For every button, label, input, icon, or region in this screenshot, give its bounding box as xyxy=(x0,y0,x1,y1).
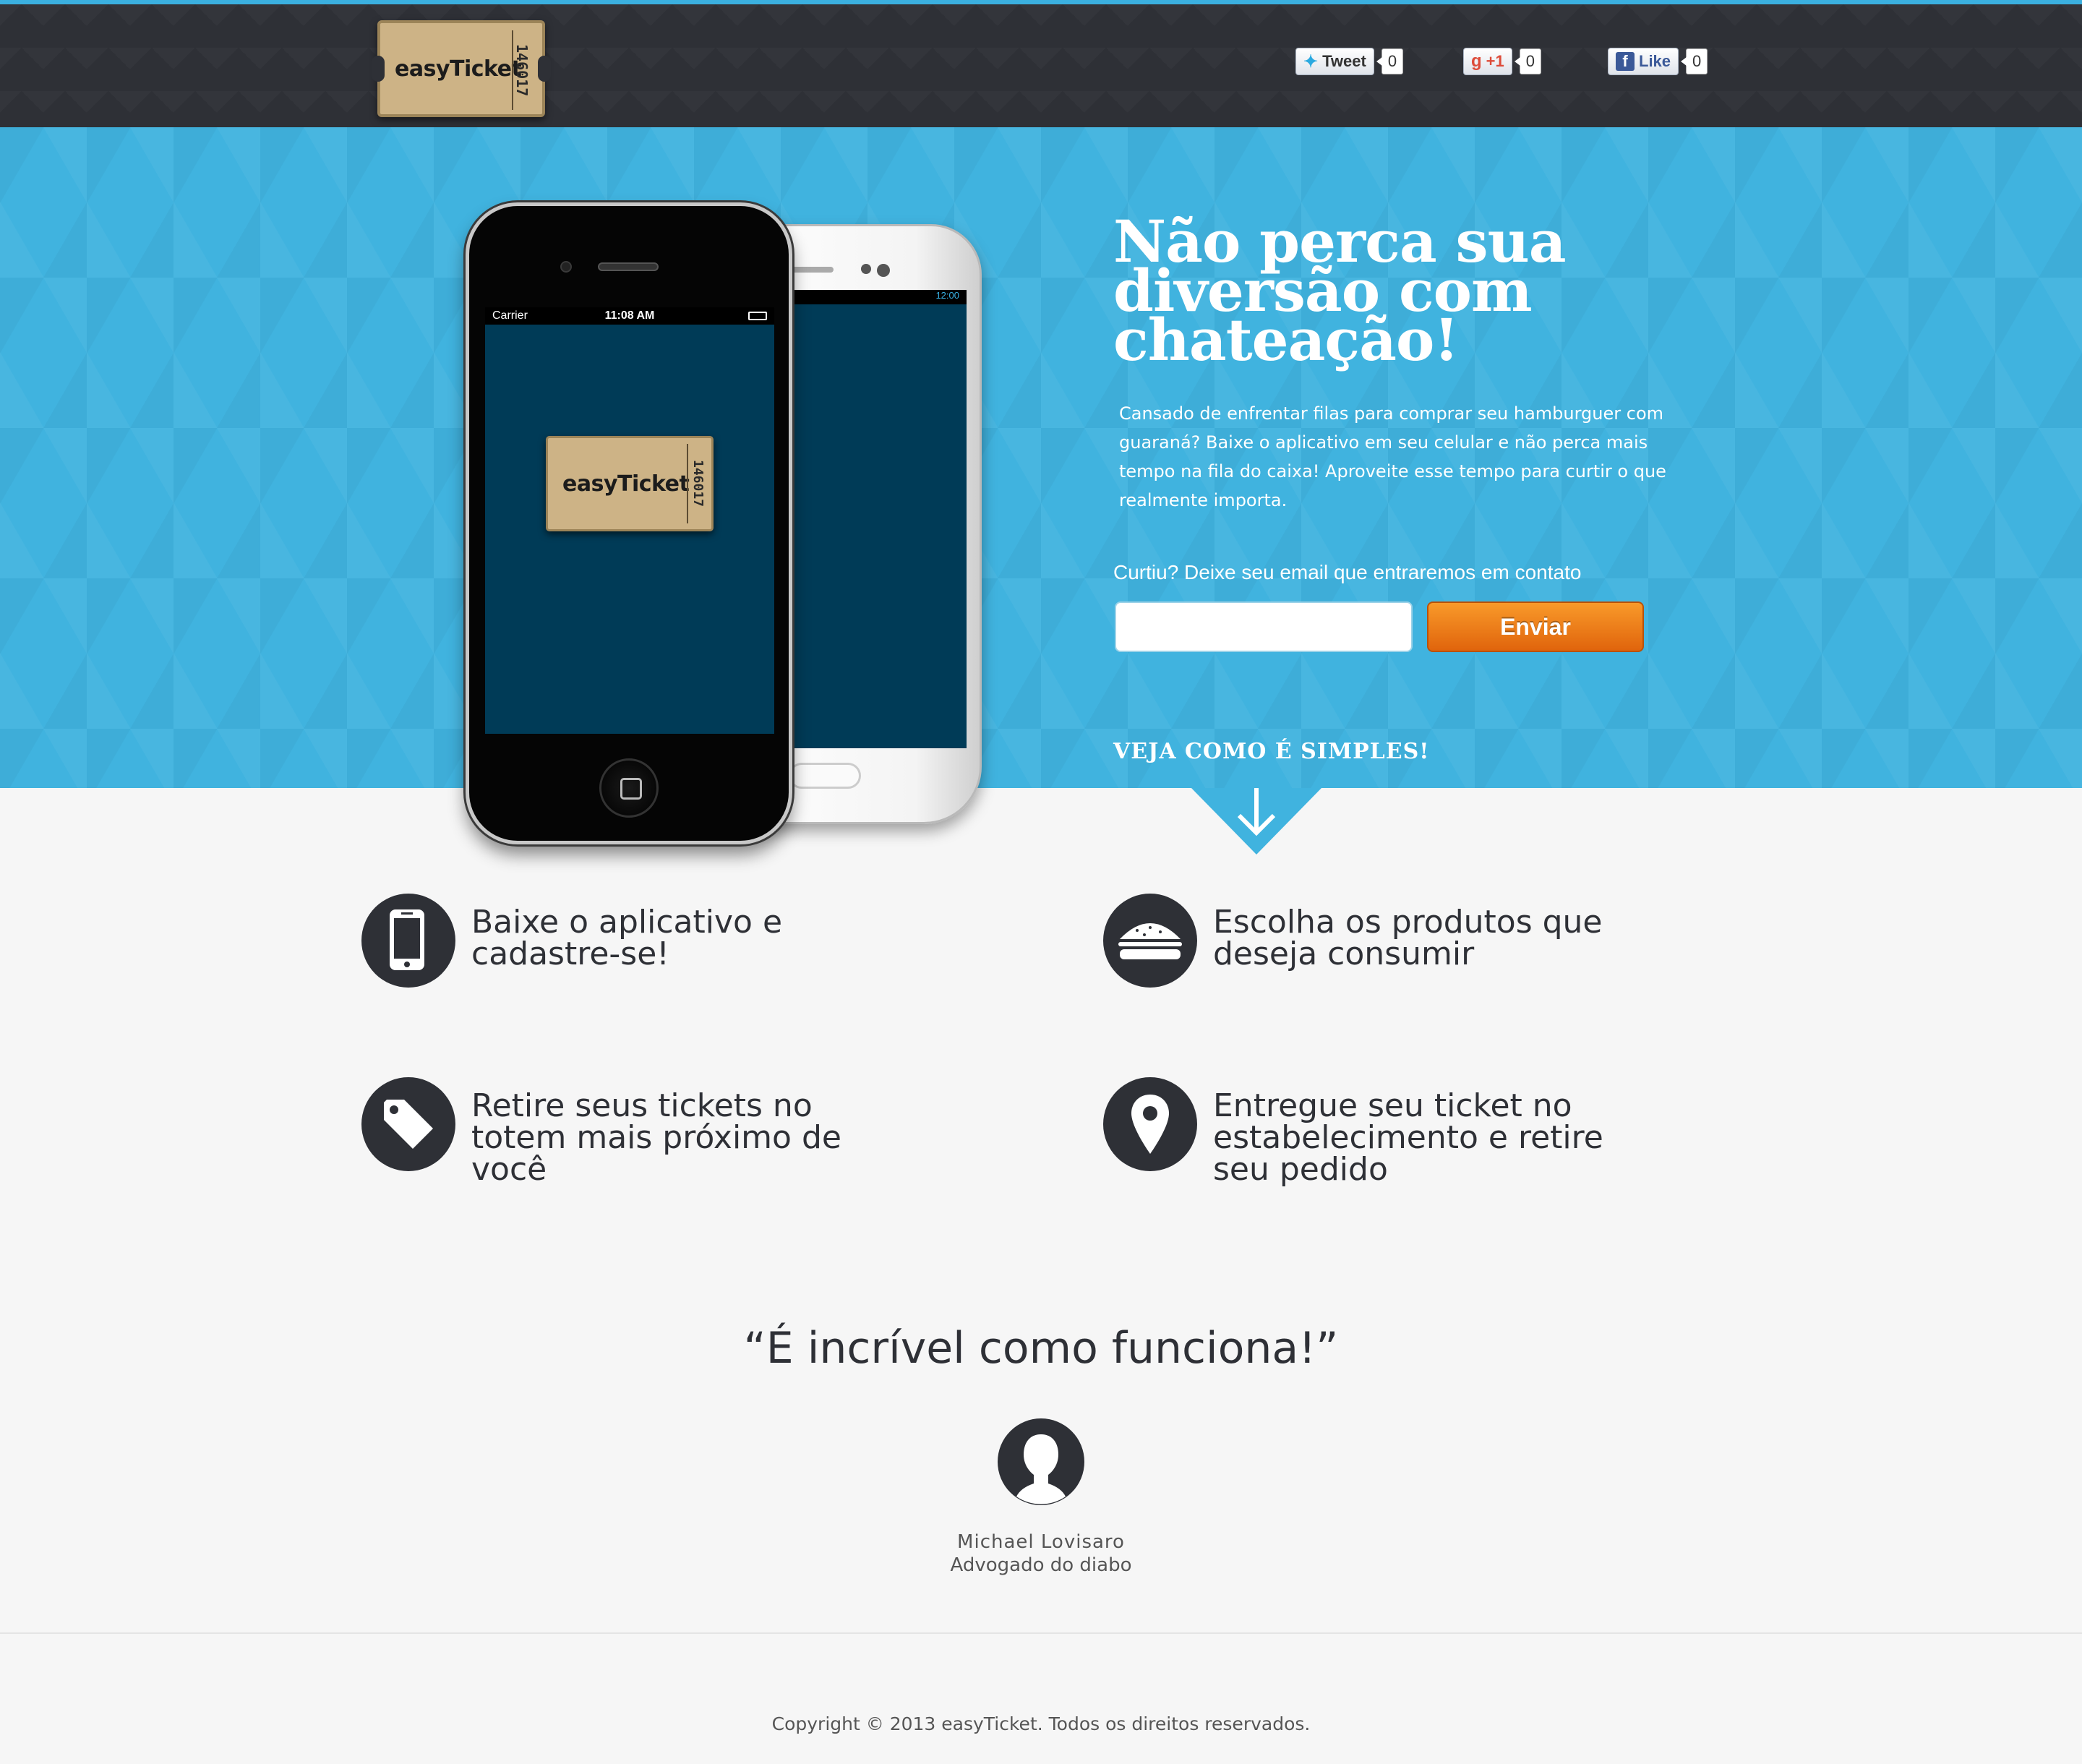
gplus-widget: g +1 0 xyxy=(1463,46,1542,77)
testimonial-author: Michael Lovisaro xyxy=(957,1531,1125,1553)
scroll-hint: VEJA COMO É SIMPLES! xyxy=(1113,739,1430,764)
android-home-button xyxy=(789,763,861,789)
iphone-status-bar: Carrier 11:08 AM xyxy=(485,307,774,325)
burger-icon xyxy=(1103,894,1197,988)
gplus-label: +1 xyxy=(1486,52,1504,70)
location-pin-icon xyxy=(1103,1077,1197,1171)
tweet-count: 0 xyxy=(1376,48,1404,74)
iphone-screen: Carrier 11:08 AM easyTicket 146017 xyxy=(485,307,774,734)
email-cta-label: Curtiu? Deixe seu email que entraremos e… xyxy=(1113,561,1582,583)
iphone: Carrier 11:08 AM easyTicket 146017 xyxy=(466,202,792,844)
facebook-like-label: Like xyxy=(1639,52,1671,70)
iphone-speaker xyxy=(598,262,659,271)
user-avatar-icon xyxy=(998,1418,1084,1505)
feature-text: Escolha os produtos que deseja consumir xyxy=(1213,904,1603,972)
feature-item: Retire seus tickets no totem mais próxim… xyxy=(361,1077,905,1186)
facebook-like-widget: f Like 0 xyxy=(1608,46,1708,77)
iphone-app-logo-text: easyTicket xyxy=(562,471,690,497)
smartphone-icon xyxy=(361,894,455,988)
footer-divider xyxy=(0,1632,2082,1634)
google-plus-icon: g xyxy=(1471,51,1482,71)
tweet-widget: ✦ Tweet 0 xyxy=(1295,46,1404,77)
twitter-bird-icon: ✦ xyxy=(1303,51,1319,72)
feature-item: Escolha os produtos que deseja consumir xyxy=(1103,894,1647,988)
phones-illustration: 12:00 syTicket 146017 Carrier 11:08 AM e… xyxy=(455,200,990,850)
hero-description: Cansado de enfrentar filas para comprar … xyxy=(1119,403,1666,510)
feature-item: Baixe o aplicativo e cadastre-se! xyxy=(361,894,905,988)
battery-icon xyxy=(748,312,767,320)
iphone-app-logo-number: 146017 xyxy=(687,444,706,523)
send-button[interactable]: Enviar xyxy=(1427,601,1644,652)
email-input[interactable] xyxy=(1115,601,1413,652)
iphone-home-button xyxy=(599,758,659,818)
testimonial-quote: “É incrível como funciona!” xyxy=(743,1323,1339,1374)
feature-text: Baixe o aplicativo e cadastre-se! xyxy=(471,904,783,972)
logo-text: easyTicket xyxy=(395,56,522,82)
testimonial-role: Advogado do diabo xyxy=(950,1554,1132,1576)
easyticket-logo[interactable]: easyTicket 146017 xyxy=(372,20,551,117)
facebook-like-button[interactable]: f Like xyxy=(1608,48,1679,75)
tweet-label: Tweet xyxy=(1322,52,1366,70)
hero-headline: Não perca sua diversão com chateação! xyxy=(1113,207,1567,374)
android-sensor-icon xyxy=(877,264,890,277)
feature-item: Entregue seu ticket no estabelecimento e… xyxy=(1103,1077,1647,1186)
facebook-icon: f xyxy=(1616,52,1635,71)
iphone-app-logo: easyTicket 146017 xyxy=(546,436,714,531)
gplus-button[interactable]: g +1 xyxy=(1463,48,1512,75)
down-arrow-icon[interactable] xyxy=(1191,788,1321,855)
logo-ticket-number: 146017 xyxy=(512,30,532,110)
iphone-time: 11:08 AM xyxy=(604,309,655,322)
iphone-camera-icon xyxy=(560,261,572,273)
hero-section xyxy=(0,127,2082,788)
feature-text: Retire seus tickets no totem mais próxim… xyxy=(471,1087,841,1188)
site-header: easyTicket 146017 ✦ Tweet 0 g +1 0 f Lik… xyxy=(0,4,2082,127)
android-camera-icon xyxy=(861,264,871,274)
tweet-button[interactable]: ✦ Tweet xyxy=(1295,48,1374,75)
feature-text: Entregue seu ticket no estabelecimento e… xyxy=(1213,1087,1603,1188)
copyright: Copyright © 2013 easyTicket. Todos os di… xyxy=(771,1713,1311,1734)
gplus-count: 0 xyxy=(1514,48,1542,74)
facebook-like-count: 0 xyxy=(1680,48,1708,74)
tag-icon xyxy=(361,1077,455,1171)
